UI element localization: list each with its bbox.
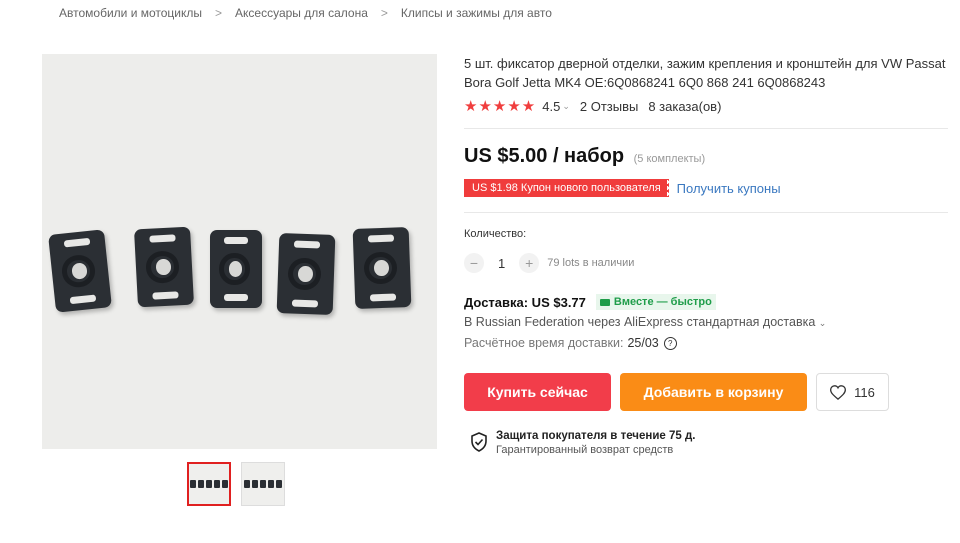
- rating-value[interactable]: 4.5: [542, 99, 560, 114]
- eta-label: Расчётное время доставки:: [464, 336, 624, 350]
- breadcrumb: Автомобили и мотоциклы > Аксессуары для …: [59, 6, 552, 20]
- increment-button[interactable]: +: [519, 253, 540, 273]
- clip-image: [276, 233, 336, 315]
- star-icon: ★★★★★: [464, 98, 537, 115]
- orders-count: 8 заказа(ов): [648, 98, 722, 114]
- breadcrumb-item-cars[interactable]: Автомобили и мотоциклы: [59, 6, 202, 20]
- product-title: 5 шт. фиксатор дверной отделки, зажим кр…: [464, 56, 946, 90]
- price-note: (5 комплекты): [633, 153, 706, 165]
- stock-text: 79 lots в наличии: [547, 257, 635, 269]
- delivery-estimate: Расчётное время доставки: 25/03 ?: [464, 336, 677, 350]
- wishlist-button[interactable]: 116: [816, 373, 889, 411]
- get-coupons-link[interactable]: Получить купоны: [677, 181, 781, 196]
- chevron-down-icon[interactable]: ⌄: [562, 101, 570, 112]
- truck-icon: [599, 298, 610, 306]
- price: US $5.00 / набор (5 комплекты): [464, 145, 705, 168]
- add-to-cart-button[interactable]: Добавить в корзину: [620, 373, 807, 411]
- thumbnail-1[interactable]: [187, 462, 231, 506]
- shipping-method-text: В Russian Federation через AliExpress ст…: [464, 315, 816, 329]
- thumbnail-strip: [187, 462, 285, 506]
- quantity-label: Количество:: [464, 228, 527, 240]
- thumbnail-2[interactable]: [241, 462, 285, 506]
- shipping-price: Доставка: US $3.77: [464, 294, 586, 310]
- divider: [464, 212, 948, 213]
- heart-icon: [830, 384, 847, 400]
- protection-subtitle: Гарантированный возврат средств: [496, 444, 674, 456]
- quantity-stepper: − 1 + 79 lots в наличии: [464, 253, 634, 273]
- rating-row: ★★★★★ 4.5 ⌄ 2 Отзывы 8 заказа(ов): [464, 97, 721, 115]
- chevron-right-icon: >: [380, 6, 388, 20]
- decrement-button[interactable]: −: [464, 253, 484, 273]
- eta-date: 25/03: [627, 336, 659, 350]
- clip-image: [133, 226, 195, 308]
- coupon-row: US $1.98 Купон нового пользователя Получ…: [462, 179, 781, 197]
- shipping-method[interactable]: В Russian Federation через AliExpress ст…: [464, 315, 826, 329]
- shipping-row: Доставка: US $3.77 Вместе — быстро: [464, 294, 716, 310]
- wishlist-count: 116: [854, 384, 875, 400]
- help-circle-icon[interactable]: ?: [663, 336, 677, 350]
- buyer-protection: Защита покупателя в течение 75 д. Гарант…: [470, 430, 695, 456]
- chevron-down-icon[interactable]: ⌄: [819, 318, 827, 328]
- product-main-image[interactable]: [42, 54, 437, 449]
- shield-check-icon: [471, 432, 487, 452]
- breadcrumb-item-clips[interactable]: Клипсы и зажимы для авто: [401, 6, 552, 20]
- clip-image: [210, 230, 262, 308]
- divider: [464, 128, 948, 129]
- price-main: US $5.00 / набор: [464, 145, 625, 167]
- clip-image: [48, 229, 112, 313]
- chevron-right-icon: >: [215, 6, 223, 20]
- breadcrumb-item-interior[interactable]: Аксессуары для салона: [235, 6, 368, 20]
- quantity-input[interactable]: 1: [498, 256, 505, 271]
- protection-title: Защита покупателя в течение 75 д.: [496, 430, 696, 442]
- combined-shipping-badge: Вместе — быстро: [595, 294, 716, 310]
- reviews-link[interactable]: 2 Отзывы: [580, 99, 638, 114]
- combined-shipping-text: Вместе — быстро: [613, 296, 712, 308]
- buy-now-button[interactable]: Купить сейчас: [464, 373, 611, 411]
- coupon-badge[interactable]: US $1.98 Купон нового пользователя: [462, 179, 671, 197]
- clip-image: [352, 227, 412, 309]
